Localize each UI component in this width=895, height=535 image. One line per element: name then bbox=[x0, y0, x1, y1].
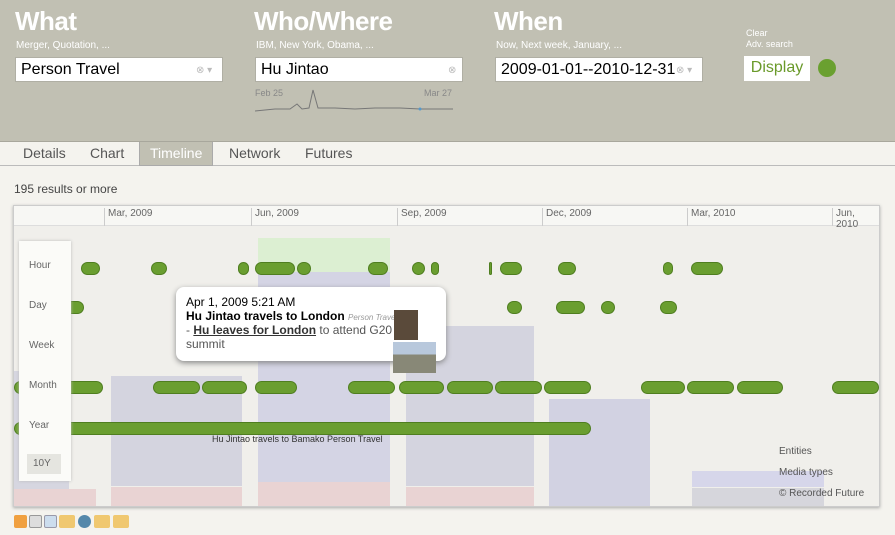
event-pill[interactable] bbox=[544, 381, 591, 394]
event-pill[interactable] bbox=[558, 262, 576, 275]
event-pill[interactable] bbox=[151, 262, 167, 275]
event-pill[interactable] bbox=[832, 381, 879, 394]
when-title: When bbox=[494, 6, 563, 36]
event-pill[interactable] bbox=[431, 262, 439, 275]
tab-chart[interactable]: Chart bbox=[80, 142, 134, 166]
globe-icon[interactable] bbox=[78, 515, 91, 528]
clear-link[interactable]: Clear bbox=[746, 28, 768, 38]
event-pill[interactable] bbox=[500, 262, 522, 275]
event-pill[interactable] bbox=[412, 262, 425, 275]
sparkline bbox=[255, 89, 453, 112]
tick-label: Jun, 2009 bbox=[251, 208, 299, 226]
when-hint: Now, Next week, January, ... bbox=[496, 40, 622, 51]
event-pill[interactable] bbox=[601, 301, 615, 314]
clear-icon[interactable]: ⊗ ▾ bbox=[196, 65, 212, 76]
widget-icon[interactable] bbox=[94, 515, 110, 528]
clear-icon[interactable]: ⊗ bbox=[448, 65, 456, 76]
legend-media-types[interactable]: Media types bbox=[779, 467, 833, 478]
xml-icon[interactable] bbox=[59, 515, 75, 528]
zoom-week[interactable]: Week bbox=[29, 340, 54, 351]
event-tooltip: Apr 1, 2009 5:21 AM Hu Jintao travels to… bbox=[176, 287, 446, 373]
event-pill[interactable] bbox=[297, 262, 311, 275]
event-pill[interactable] bbox=[641, 381, 685, 394]
tab-details[interactable]: Details bbox=[13, 142, 76, 166]
who-input[interactable]: Hu Jintao ⊗ bbox=[255, 57, 463, 82]
who-value: Hu Jintao bbox=[261, 61, 329, 78]
search-header: What Merger, Quotation, ... Person Trave… bbox=[0, 0, 895, 142]
status-indicator bbox=[818, 59, 836, 77]
year-event-label: Hu Jintao travels to Bamako Person Trave… bbox=[212, 434, 383, 444]
list-icon[interactable] bbox=[113, 515, 129, 528]
event-pill[interactable] bbox=[81, 262, 100, 275]
calendar-icon[interactable] bbox=[29, 515, 42, 528]
copyright: © Recorded Future bbox=[779, 488, 865, 499]
london-photo bbox=[393, 342, 436, 373]
zoom-day[interactable]: Day bbox=[29, 300, 47, 311]
rss-icon[interactable] bbox=[14, 515, 27, 528]
time-axis: Mar, 2009 Jun, 2009 Sep, 2009 Dec, 2009 … bbox=[14, 206, 879, 230]
zoom-slider[interactable]: Hour Day Week Month Year 10Y bbox=[19, 241, 71, 481]
zoom-10y[interactable]: 10Y bbox=[27, 454, 61, 474]
zoom-month[interactable]: Month bbox=[29, 380, 57, 391]
when-value: 2009-01-01--2010-12-31 bbox=[501, 61, 676, 78]
event-pill[interactable] bbox=[507, 301, 522, 314]
results-count: 195 results or more bbox=[14, 182, 118, 196]
event-pill[interactable] bbox=[368, 262, 388, 275]
event-pill[interactable] bbox=[489, 262, 492, 275]
event-pill[interactable] bbox=[687, 381, 734, 394]
excel-icon[interactable] bbox=[44, 515, 57, 528]
zoom-year[interactable]: Year bbox=[29, 420, 49, 431]
what-input[interactable]: Person Travel ⊗ ▾ bbox=[15, 57, 223, 82]
tab-timeline[interactable]: Timeline bbox=[139, 142, 214, 166]
tab-futures[interactable]: Futures bbox=[295, 142, 362, 166]
clear-icon[interactable]: ⊗ ▾ bbox=[676, 65, 692, 76]
display-button[interactable]: Display bbox=[744, 56, 810, 81]
tick-label: Mar, 2009 bbox=[104, 208, 152, 226]
adv-search-link[interactable]: Adv. search bbox=[746, 39, 793, 49]
who-title: Who/Where bbox=[254, 6, 393, 36]
event-pill[interactable] bbox=[447, 381, 493, 394]
when-input[interactable]: 2009-01-01--2010-12-31 ⊗ ▾ bbox=[495, 57, 703, 82]
what-value: Person Travel bbox=[21, 61, 120, 78]
what-title: What bbox=[15, 6, 77, 36]
event-pill[interactable] bbox=[202, 381, 247, 394]
event-pill[interactable] bbox=[238, 262, 249, 275]
event-pill[interactable] bbox=[556, 301, 585, 314]
event-pill[interactable] bbox=[255, 381, 297, 394]
person-photo bbox=[394, 310, 418, 340]
tooltip-date: Apr 1, 2009 5:21 AM bbox=[186, 295, 296, 309]
event-pill[interactable] bbox=[737, 381, 783, 394]
event-pill[interactable] bbox=[495, 381, 542, 394]
zoom-hour[interactable]: Hour bbox=[29, 260, 51, 271]
who-hint: IBM, New York, Obama, ... bbox=[256, 40, 374, 51]
tab-bar: Details Chart Timeline Network Futures bbox=[0, 142, 895, 166]
event-pill[interactable] bbox=[663, 262, 673, 275]
tick-label: Dec, 2009 bbox=[542, 208, 592, 226]
tick-label: Jun, 2010 bbox=[832, 208, 879, 230]
what-hint: Merger, Quotation, ... bbox=[16, 40, 110, 51]
tooltip-link[interactable]: Hu leaves for London bbox=[193, 323, 316, 337]
tab-network[interactable]: Network bbox=[219, 142, 290, 166]
event-pill[interactable] bbox=[153, 381, 200, 394]
tick-label: Mar, 2010 bbox=[687, 208, 735, 226]
event-pill[interactable] bbox=[348, 381, 395, 394]
event-pill[interactable] bbox=[691, 262, 723, 275]
tooltip-type: Person Travel bbox=[348, 313, 398, 322]
timeline[interactable]: Mar, 2009 Jun, 2009 Sep, 2009 Dec, 2009 … bbox=[13, 205, 880, 507]
event-pill[interactable] bbox=[660, 301, 677, 314]
event-pill[interactable] bbox=[399, 381, 444, 394]
tick-label: Sep, 2009 bbox=[397, 208, 447, 226]
tooltip-text: - Hu leaves for London to attend G20 sum… bbox=[186, 323, 393, 351]
legend-entities[interactable]: Entities bbox=[779, 446, 812, 457]
event-pill[interactable] bbox=[255, 262, 295, 275]
